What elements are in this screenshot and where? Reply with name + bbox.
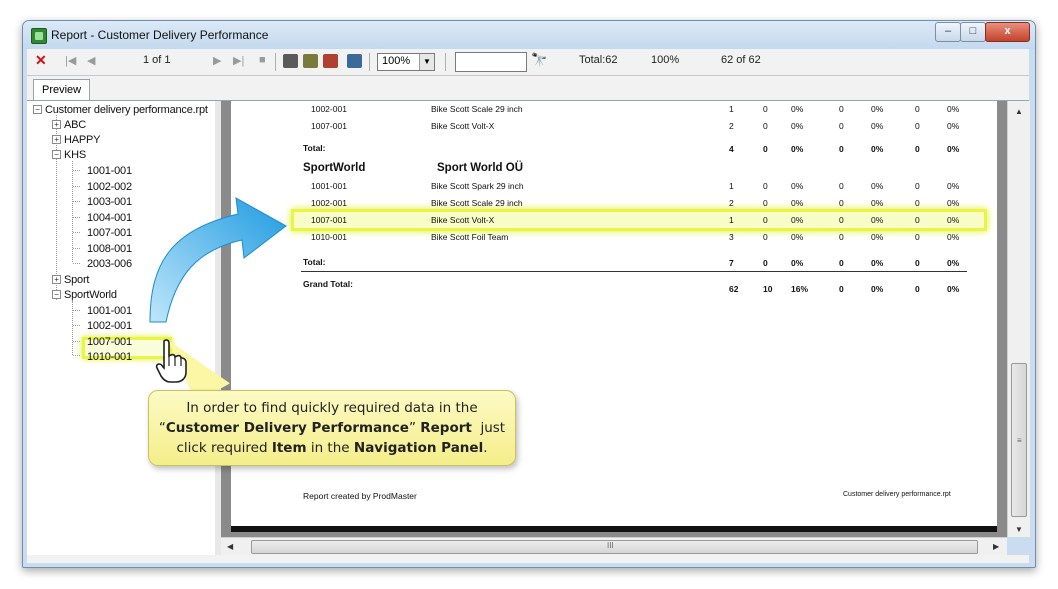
- callout-text: In order to find quickly required data i…: [186, 400, 478, 416]
- callout-report-name: Customer Delivery Performance: [165, 420, 409, 436]
- callout-report-word: Report: [420, 420, 472, 436]
- callout-line-2: “Customer Delivery Performance” Report j…: [149, 418, 515, 438]
- callout-item-word: Item: [271, 440, 307, 456]
- callout-text: just: [480, 420, 506, 436]
- callout-text: .: [483, 440, 488, 456]
- arrow-icon: [149, 197, 287, 323]
- callout-text: click required: [176, 440, 268, 456]
- callout-panel-word: Navigation Panel: [353, 440, 484, 456]
- callout-text: “: [158, 420, 166, 436]
- callout-line-3: click required Item in the Navigation Pa…: [149, 438, 515, 458]
- callout-text: in the: [310, 440, 350, 456]
- callout-text: ”: [408, 420, 416, 436]
- hand-cursor-icon: [155, 339, 187, 383]
- callout-line-1: In order to find quickly required data i…: [149, 398, 515, 418]
- instruction-callout: In order to find quickly required data i…: [148, 390, 516, 466]
